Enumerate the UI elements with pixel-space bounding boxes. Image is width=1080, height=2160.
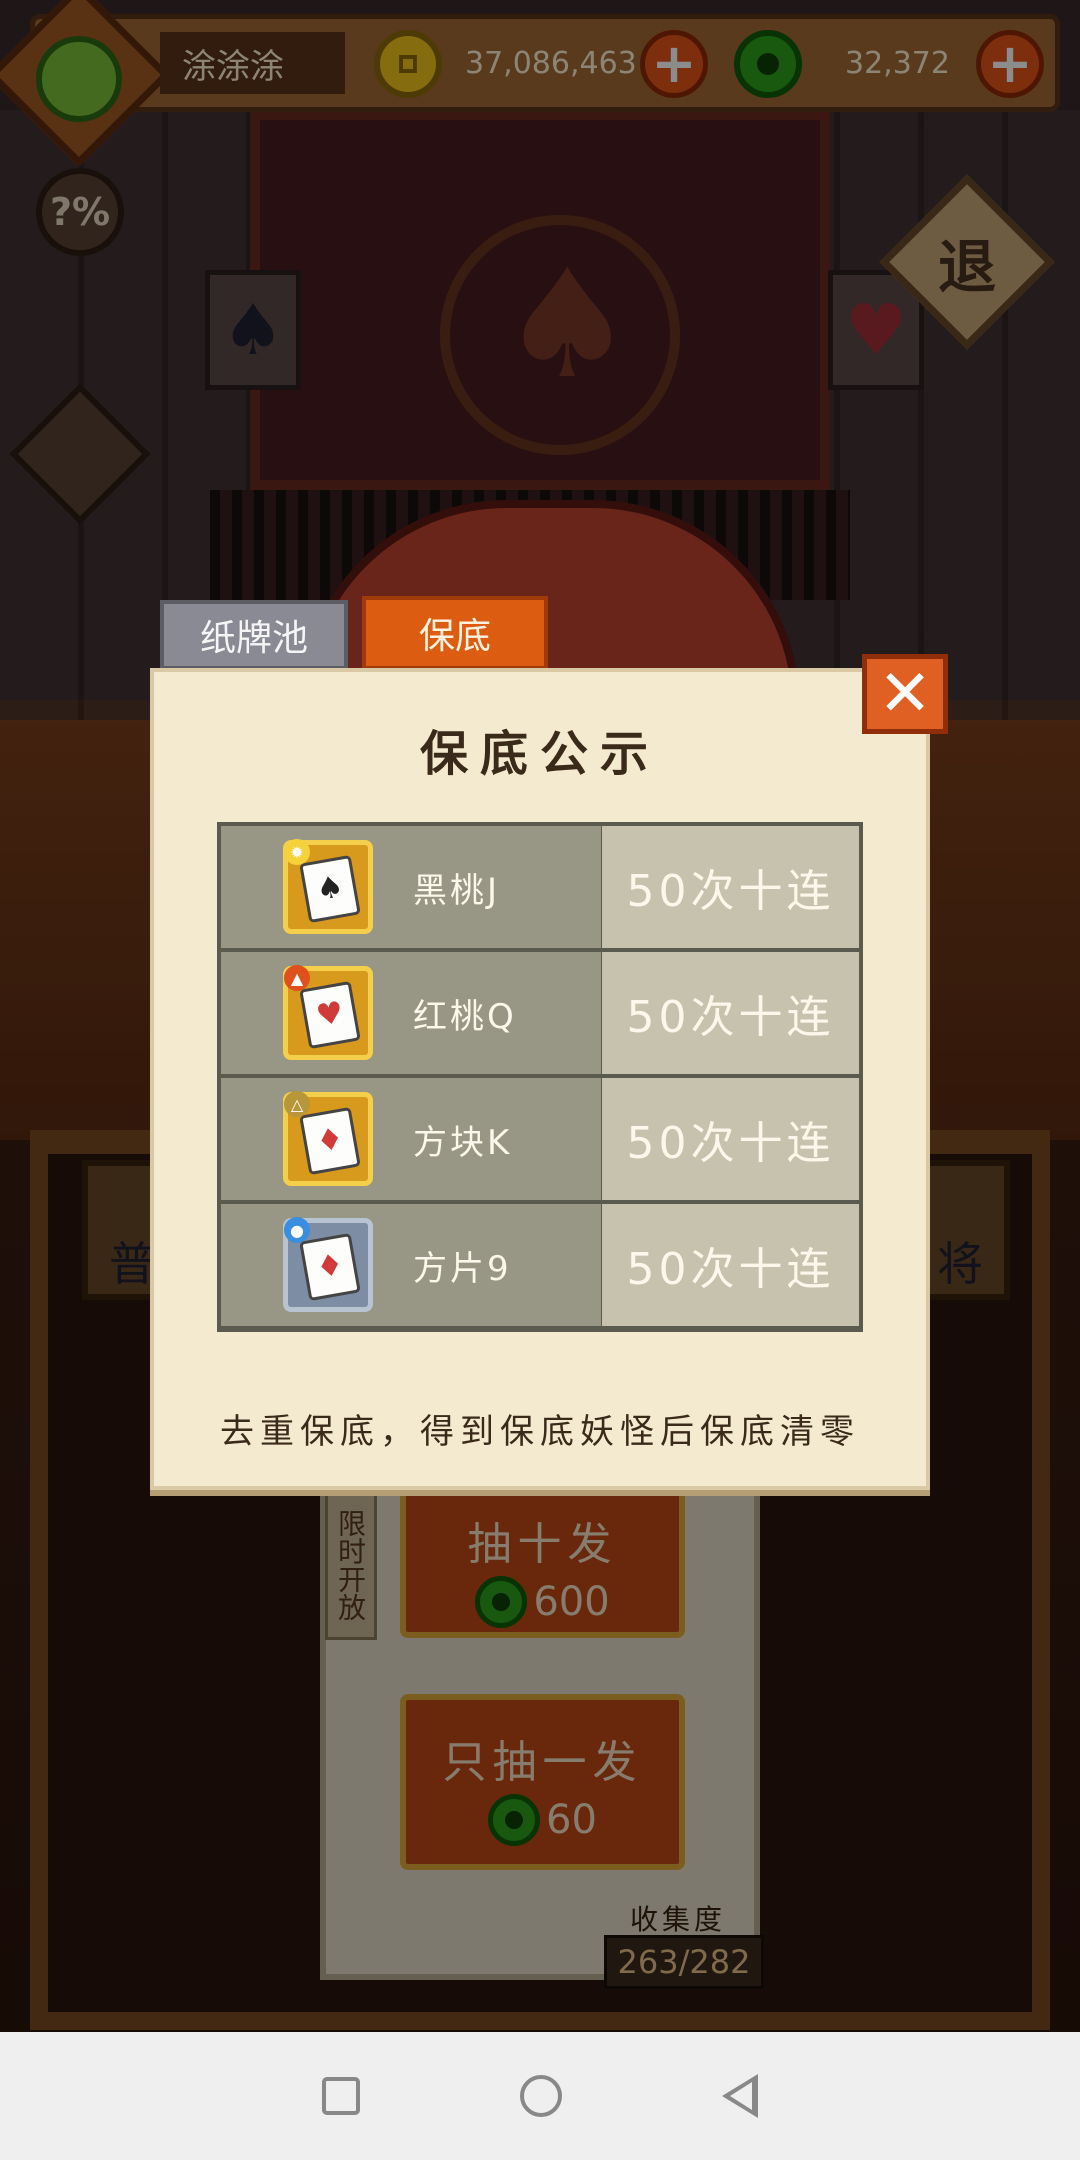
game-scene: ♠ ♠ ♥ 普 将 限时开放 抽十发 600 只抽一发 60 收集度 263/2… [0,0,1080,2032]
card-frame: ▲ ♥ [283,965,373,1060]
mountain-badge-icon: △ [284,1091,310,1117]
home-icon[interactable] [520,2075,562,2117]
table-row: ▲ ♥ 红桃Q 50次十连 [221,952,859,1074]
guarantee-value: 50次十连 [602,1078,859,1200]
heart-card-icon: ♥ [299,980,361,1050]
spade-card-icon: ♠ [299,854,361,924]
table-row: ✹ ♠ 黑桃J 50次十连 [221,826,859,948]
card-frame: ● ♦ [283,1217,373,1312]
system-nav-bar [0,2032,1080,2160]
card-frame: ✹ ♠ [283,839,373,934]
water-badge-icon: ● [284,1217,310,1243]
card-name: 方块K [413,1122,513,1163]
table-row: ● ♦ 方片9 50次十连 [221,1204,859,1326]
tab-card-pool[interactable]: 纸牌池 [160,600,348,670]
dialog-note: 去重保底，得到保底妖怪后保底清零 [220,1412,860,1452]
card-name: 黑桃J [413,870,501,911]
guarantee-table: ✹ ♠ 黑桃J 50次十连 ▲ ♥ 红桃Q 50次十连 △ ♦ 方块K 50次十… [217,822,863,1332]
table-row: △ ♦ 方块K 50次十连 [221,1078,859,1200]
back-icon[interactable] [722,2074,758,2118]
guarantee-value: 50次十连 [602,826,859,948]
card-frame: △ ♦ [283,1091,373,1186]
card-name: 方片9 [413,1248,512,1289]
guarantee-value: 50次十连 [602,952,859,1074]
guarantee-value: 50次十连 [602,1204,859,1326]
fire-badge-icon: ▲ [284,965,310,991]
diamond-card-icon: ♦ [299,1232,361,1302]
recent-apps-icon[interactable] [322,2077,360,2115]
dialog-title: 保底公示 [419,726,660,782]
diamond-card-icon: ♦ [299,1106,361,1176]
tab-guarantee[interactable]: 保底 [362,596,548,670]
card-name: 红桃Q [413,996,517,1037]
sun-badge-icon: ✹ [284,839,310,865]
